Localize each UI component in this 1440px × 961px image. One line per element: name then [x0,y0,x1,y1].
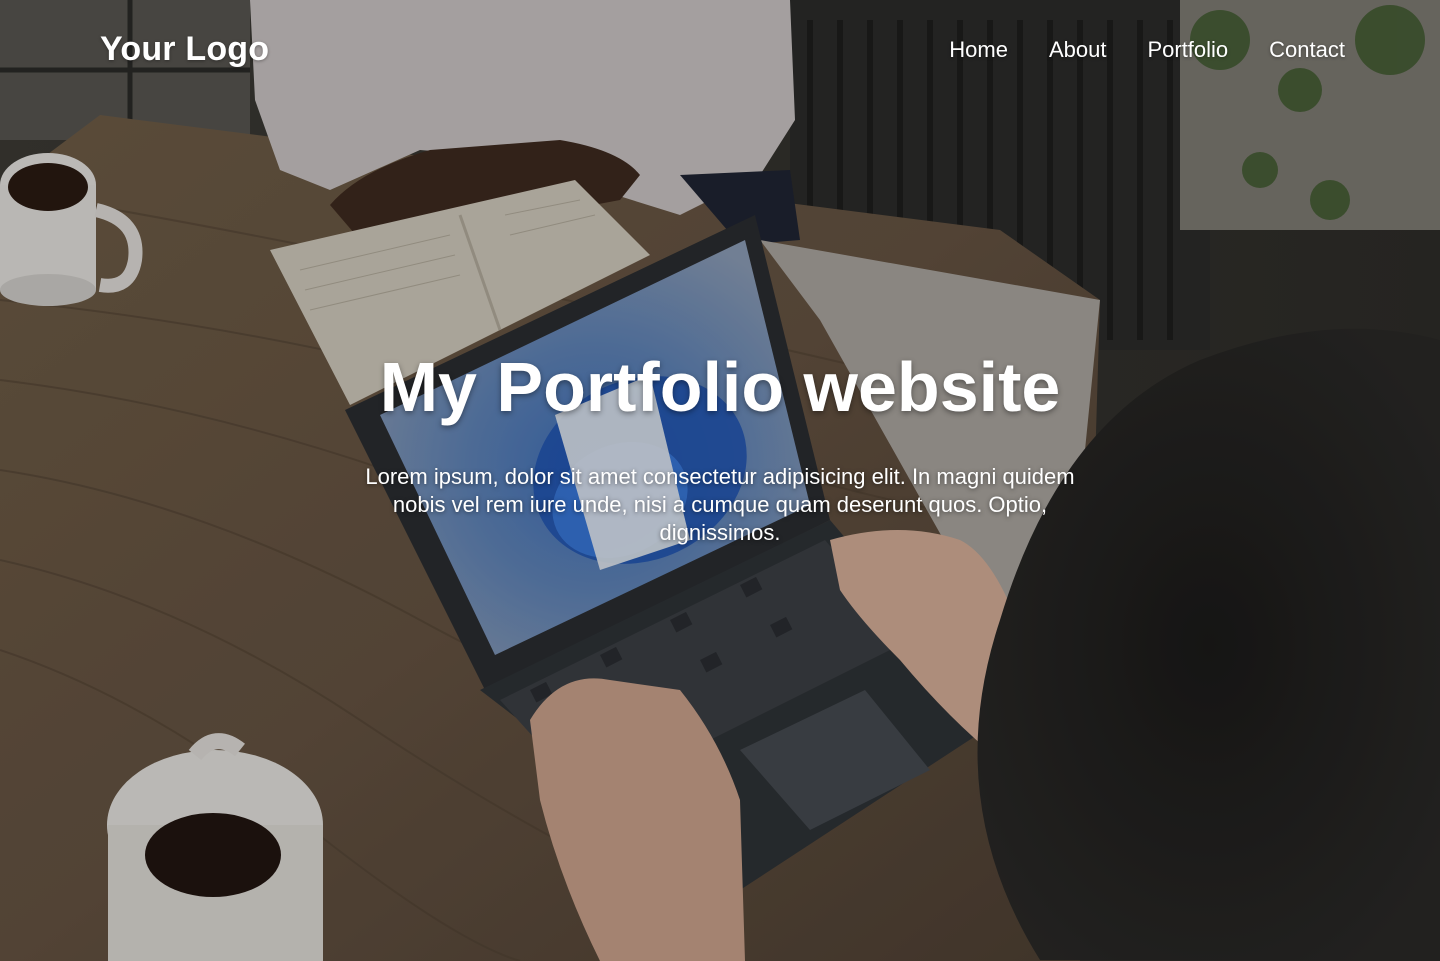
nav-item-portfolio: Portfolio [1147,37,1228,63]
nav-item-home: Home [949,37,1008,63]
nav-links: Home About Portfolio Contact [949,37,1345,63]
hero-description: Lorem ipsum, dolor sit amet consectetur … [365,464,1075,545]
hero-content: My Portfolio website Lorem ipsum, dolor … [0,345,1440,547]
nav-link-home[interactable]: Home [949,37,1008,62]
nav-item-contact: Contact [1269,37,1345,63]
nav-item-about: About [1049,37,1107,63]
navbar: Your Logo Home About Portfolio Contact [0,0,1440,100]
hero-title: My Portfolio website [379,348,1061,426]
hero-section: Your Logo Home About Portfolio Contact M… [0,0,1440,961]
site-logo[interactable]: Your Logo [100,30,269,69]
nav-link-contact[interactable]: Contact [1269,37,1345,62]
nav-link-about[interactable]: About [1049,37,1107,62]
nav-link-portfolio[interactable]: Portfolio [1147,37,1228,62]
